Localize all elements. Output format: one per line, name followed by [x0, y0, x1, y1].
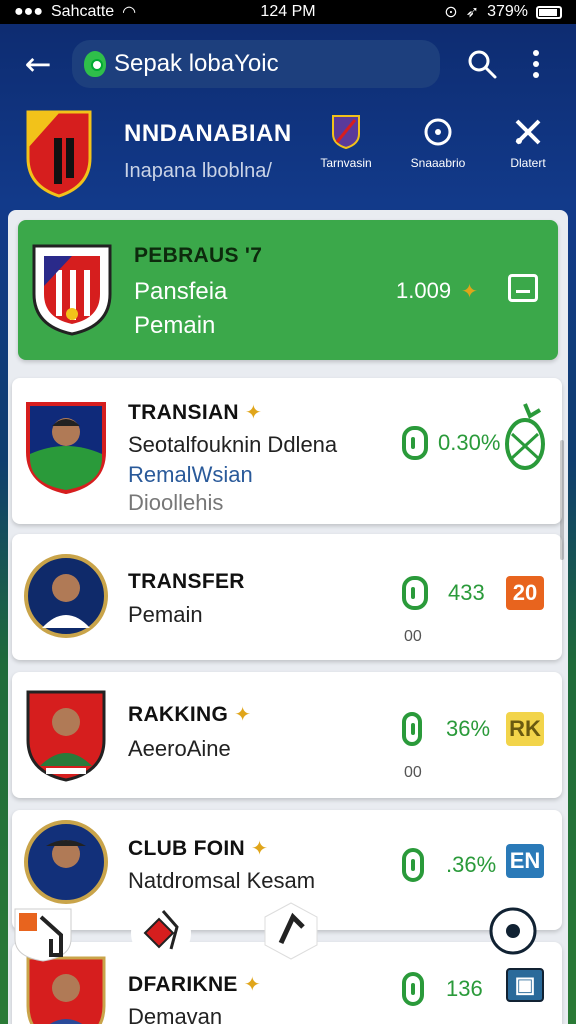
stat-value: 36%: [446, 716, 491, 741]
stat-value: 136: [446, 976, 483, 1001]
card-title: DFARIKNE ✦: [128, 972, 261, 996]
league-header: NNDANABIAN Inapana lboblna/ Tarnvasin Sn…: [0, 104, 576, 210]
card-title: TRANSFER: [128, 570, 245, 593]
arrow-left-icon: ←: [24, 45, 52, 83]
list-item-highlighted[interactable]: PEBRAUS '7 Pansfeia Pemain 1.009 ✦: [18, 220, 558, 360]
soccer-ball-icon: [489, 907, 537, 955]
card-stat: 136: [402, 972, 483, 1006]
player-crest-icon: [26, 402, 106, 494]
open-box-icon: [516, 283, 530, 293]
open-button[interactable]: [508, 274, 538, 302]
tools-icon: [515, 119, 541, 145]
card-line: AeeroAine: [128, 736, 231, 761]
search-button[interactable]: [462, 44, 502, 84]
home-button[interactable]: [8, 896, 78, 966]
app-bar: ← Sepak lobaYoic: [0, 24, 576, 104]
wifi-icon: ◠: [122, 4, 137, 21]
action-dlatert[interactable]: Dlatert: [488, 112, 568, 170]
carrier-label: Sahcatte: [51, 3, 115, 20]
action-label: Dlatert: [510, 156, 546, 170]
card-title: RAKKING ✦: [128, 702, 252, 726]
rank-badge: RK: [506, 712, 544, 746]
list-item[interactable]: TRANSFER Pemain 433 00 20: [12, 534, 562, 660]
club-crest-icon: [32, 244, 112, 336]
soccer-pin-icon: [84, 51, 106, 77]
pineapple-badge-icon: [505, 403, 545, 470]
home-shield-icon: [14, 908, 72, 962]
search-field[interactable]: Sepak lobaYoic: [72, 40, 440, 88]
list-item[interactable]: TRANSIAN ✦ Seotalfouknin Ddlena RemalWsi…: [12, 378, 562, 524]
cards-button[interactable]: [126, 896, 196, 966]
stat-value: 433: [448, 580, 485, 605]
star-icon: ✦: [461, 279, 478, 303]
card-line: Pemain: [134, 312, 216, 339]
navigate-arrow-icon: [264, 902, 318, 960]
scrollbar[interactable]: [560, 440, 564, 560]
battery-icon: [536, 5, 562, 19]
card-stat: .36%: [402, 848, 496, 882]
card-line: Natdromsal Kesam: [128, 868, 316, 893]
ball-button[interactable]: [478, 896, 548, 966]
calendar-badge-icon: ▣: [506, 968, 544, 1002]
navigate-button[interactable]: [256, 896, 326, 966]
card-line: Pansfeia: [134, 278, 228, 305]
action-tarnvasin[interactable]: Tarnvasin: [306, 112, 386, 170]
action-label: Snaaabrio: [410, 156, 466, 170]
stat-value: 0.30%: [438, 430, 501, 455]
card-line: RemalWsian: [128, 462, 253, 487]
location-icon: ➶: [465, 4, 480, 21]
card-stat: 36%: [402, 712, 490, 746]
stat-icon: [402, 712, 422, 746]
league-crest-icon: [26, 110, 92, 198]
player-crest-icon: [26, 690, 106, 782]
alarm-icon: ⊙: [444, 4, 458, 21]
card-title: PEBRAUS '7: [134, 244, 263, 267]
card-stat: 0.30%: [402, 426, 500, 460]
star-icon: ✦: [234, 702, 252, 726]
shield-icon: [332, 115, 360, 150]
back-button[interactable]: ←: [18, 44, 58, 84]
more-menu-button[interactable]: [516, 44, 556, 84]
star-icon: ✦: [251, 836, 269, 860]
action-snaaabrio[interactable]: Snaaabrio: [398, 112, 478, 170]
card-line: Demavan: [128, 1004, 223, 1024]
card-line: Dioollehis: [128, 490, 224, 515]
rank-badge: 20: [506, 576, 544, 610]
player-crest-icon: [24, 554, 108, 638]
star-icon: ✦: [245, 400, 263, 424]
card-title: CLUB FOIN ✦: [128, 836, 269, 860]
more-vert-icon: [533, 50, 539, 78]
action-label: Tarnvasin: [320, 156, 372, 170]
star-icon: ✦: [243, 972, 261, 996]
stat-sub: 00: [404, 764, 422, 781]
stat-value: .36%: [446, 852, 497, 877]
card-line: Seotalfouknin Ddlena: [128, 432, 338, 457]
stat-icon: [402, 426, 428, 460]
card-stat: 1.009 ✦: [396, 278, 478, 304]
stat-sub: 00: [404, 628, 422, 645]
stat-icon: [402, 972, 424, 1006]
card-line: Pemain: [128, 602, 203, 627]
rank-badge: EN: [506, 844, 544, 878]
league-subtitle: Inapana lboblna/: [124, 160, 272, 182]
status-bar: ●●● Sahcatte ◠ 124 PM ⊙ ➶ 379%: [0, 0, 576, 24]
league-name: NNDANABIAN: [124, 120, 292, 147]
playing-cards-icon: [131, 903, 191, 963]
card-stat: 433: [402, 576, 485, 610]
stat-icon: [402, 576, 428, 610]
list-item[interactable]: RAKKING ✦ AeeroAine 36% 00 RK: [12, 672, 562, 798]
target-icon: [424, 118, 452, 146]
battery-percent: 379%: [487, 3, 528, 20]
stat-icon: [402, 848, 424, 882]
card-title: TRANSIAN ✦: [128, 400, 263, 424]
stat-value: 1.009: [396, 278, 452, 303]
search-text: Sepak lobaYoic: [114, 50, 279, 77]
signal-icon: ●●●: [14, 3, 43, 20]
search-icon: [468, 50, 497, 79]
